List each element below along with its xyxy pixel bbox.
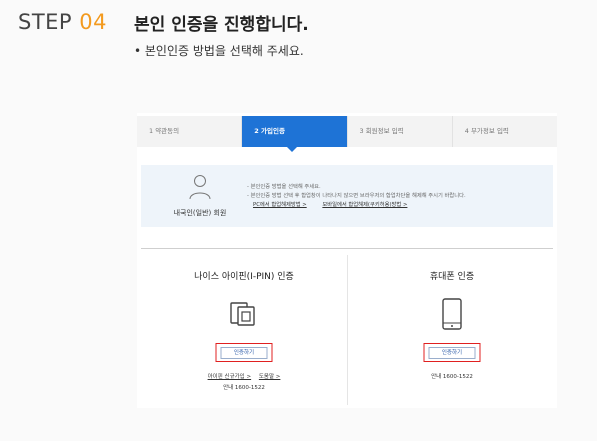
popup-help-pc-link[interactable]: PC에서 합업해제방법 > (253, 202, 307, 208)
page-subtitle: • 본인인증 방법을 선택해 주세요. (134, 44, 304, 58)
verification-panel: 1 약관동의 2 가입인증 3 회원정보 입력 4 부가정보 입력 내국인(일반… (137, 113, 557, 408)
mobile-title: 휴대폰 인증 (429, 272, 475, 282)
step-member-info: 3 회원정보 입력 (348, 116, 453, 147)
column-divider (347, 255, 348, 405)
member-type-label: 내국인(일반) 회원 (173, 209, 227, 217)
member-type-box: 내국인(일반) 회원 - 본인인증 방법을 선택해 주세요. - 본인인증 방법… (141, 165, 553, 227)
section-divider (141, 248, 553, 249)
ipin-verify-label: 인증하기 (220, 347, 268, 359)
popup-help-mobile-link[interactable]: 모바일에서 합업해제(쿠키허용)방법 > (322, 202, 407, 208)
mobile-option: 휴대폰 인증 인증하기 안내 1600-1522 (349, 255, 555, 405)
ipin-option: 나이스 아이핀(I-PIN) 인증 인증하기 아이핀 신규가입 > 도움말 > … (141, 255, 347, 405)
member-type-notice: - 본인인증 방법을 선택해 주세요. - 본인인증 방법 선택 후 합업창이 … (247, 183, 466, 210)
step-additional-info: 4 부가정보 입력 (464, 127, 509, 135)
ipin-icon (230, 302, 255, 326)
ipin-signup-link[interactable]: 아이핀 신규가입 > (208, 374, 252, 380)
ipin-title: 나이스 아이핀(I-PIN) 인증 (194, 272, 294, 282)
mobile-verify-label: 인증하기 (428, 347, 476, 359)
ipin-contact: 안내 1600-1522 (223, 385, 265, 391)
ipin-help-link[interactable]: 도움말 > (259, 374, 281, 380)
user-icon (189, 175, 211, 200)
page-title: 본인 인증을 진행합니다. (134, 15, 309, 35)
mobile-verify-button[interactable]: 인증하기 (423, 343, 481, 362)
mobile-contact: 안내 1600-1522 (431, 374, 473, 380)
mobile-phone-icon (442, 298, 462, 330)
step-verification: 2 가입인증 (242, 116, 348, 152)
step-terms: 1 약관동의 (137, 116, 243, 147)
step-heading: STEP 04 (18, 10, 107, 34)
step-number: 04 (79, 10, 108, 34)
notice-line-2: - 본인인증 방법 선택 후 합업창이 나타나지 않으면 브라우저의 합업차단을… (247, 193, 466, 199)
step-label: STEP (18, 10, 73, 34)
ipin-links: 아이핀 신규가입 > 도움말 > (141, 372, 347, 380)
ipin-verify-button[interactable]: 인증하기 (215, 343, 273, 362)
notice-line-1: - 본인인증 방법을 선택해 주세요. (247, 184, 321, 190)
progress-steps: 1 약관동의 2 가입인증 3 회원정보 입력 4 부가정보 입력 (137, 116, 557, 152)
